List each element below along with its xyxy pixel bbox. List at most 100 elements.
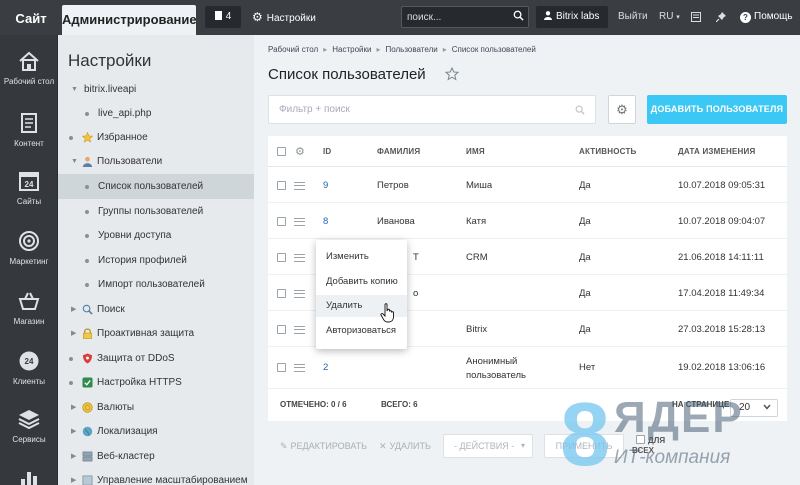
help-link[interactable]: ? Помощь <box>740 6 793 28</box>
breadcrumb-item[interactable]: Рабочий стол <box>268 45 318 54</box>
cell-id[interactable]: 2 <box>323 362 328 373</box>
grid-settings-button[interactable]: ⚙ <box>608 95 636 124</box>
menu-item-label: Локализация <box>97 426 158 437</box>
row-checkbox[interactable] <box>277 325 286 334</box>
cell-surname: Иванова <box>377 216 415 227</box>
column-header-id[interactable]: ID <box>323 136 331 167</box>
column-header-date[interactable]: ДАТА ИЗМЕНЕНИЯ <box>678 136 755 167</box>
menu-item-import-users[interactable]: Импорт пользователей <box>58 272 254 297</box>
search-icon[interactable] <box>513 10 524 21</box>
expanded-arrow-icon[interactable]: ▼ <box>71 149 78 174</box>
top-search-input[interactable] <box>402 7 506 27</box>
admin-tab[interactable]: Администрирование <box>62 5 197 35</box>
target-icon <box>19 231 39 251</box>
breadcrumb-item[interactable]: Список пользователей <box>452 45 536 54</box>
lock-icon <box>83 328 92 339</box>
collapsed-arrow-icon[interactable]: ▶ <box>71 444 76 469</box>
menu-item-ddos[interactable]: Защита от DDoS <box>58 346 254 371</box>
table-row[interactable]: 2 Анонимный пользователь Нет 19.02.2018 … <box>268 347 787 389</box>
bar-chart-icon <box>21 472 37 485</box>
expanded-arrow-icon[interactable]: ▼ <box>71 77 78 102</box>
rail-shop[interactable]: Магазин <box>0 290 58 327</box>
menu-item-liveapi[interactable]: ▼ bitrix.liveapi <box>58 77 254 102</box>
rail-clients[interactable]: 24 Клиенты <box>0 350 58 387</box>
actions-select[interactable]: - ДЕЙСТВИЯ - ▾ <box>443 434 533 458</box>
column-settings-gear-icon[interactable]: ⚙ <box>295 145 305 158</box>
menu-item-user-groups[interactable]: Группы пользователей <box>58 199 254 224</box>
collapsed-arrow-icon[interactable]: ▶ <box>71 395 76 420</box>
select-all-checkbox[interactable] <box>277 147 286 156</box>
menu-item-access-levels[interactable]: Уровни доступа <box>58 223 254 248</box>
edit-action[interactable]: ✎ РЕДАКТИРОВАТЬ <box>280 429 367 463</box>
column-header-surname[interactable]: ФАМИЛИЯ <box>377 136 420 167</box>
search-icon[interactable] <box>575 105 585 115</box>
filter-input[interactable] <box>269 96 569 123</box>
menu-item-scaling[interactable]: ▶ Управление масштабированием <box>58 468 254 485</box>
menu-item-live-api-php[interactable]: live_api.php <box>58 101 254 126</box>
breadcrumb: Рабочий стол ▸ Настройки ▸ Пользователи ▸ Спис… <box>268 45 536 54</box>
collapsed-arrow-icon[interactable]: ▶ <box>71 321 76 346</box>
row-checkbox[interactable] <box>277 289 286 298</box>
delete-action[interactable]: ✕ УДАЛИТЬ <box>379 429 431 463</box>
calendar-day: 24 <box>25 180 34 189</box>
bullet-icon <box>85 283 89 287</box>
table-row[interactable]: 8 Иванова Катя Да 10.07.2018 09:04:07 <box>268 203 787 239</box>
row-checkbox[interactable] <box>277 363 286 372</box>
row-checkbox[interactable] <box>277 181 286 190</box>
rail-analytics[interactable] <box>0 467 58 485</box>
menu-item-label: bitrix.liveapi <box>84 84 137 95</box>
collapsed-arrow-icon[interactable]: ▶ <box>71 419 76 444</box>
site-tab[interactable]: Сайт <box>6 6 56 32</box>
menu-item-label: Пользователи <box>97 156 163 167</box>
row-menu-icon[interactable] <box>294 364 305 372</box>
menu-item-https[interactable]: Настройка HTTPS <box>58 370 254 395</box>
menu-item-profile-history[interactable]: История профилей <box>58 248 254 273</box>
menu-item-label: Группы пользователей <box>98 206 204 217</box>
row-menu-icon[interactable] <box>294 326 305 334</box>
menu-item-label: Уровни доступа <box>98 230 172 241</box>
panel-icon[interactable] <box>691 12 701 22</box>
user-button[interactable]: Bitrix labs <box>536 6 608 28</box>
menu-item-favorites[interactable]: Избранное <box>58 125 254 150</box>
menu-item-users[interactable]: ▼ Пользователи <box>58 149 254 174</box>
row-menu-icon[interactable] <box>294 182 305 190</box>
menu-item-proactive[interactable]: ▶ Проактивная защита <box>58 321 254 346</box>
breadcrumb-item[interactable]: Пользователи <box>385 45 437 54</box>
cell-id[interactable]: 8 <box>323 216 328 227</box>
context-authorize[interactable]: Авторизоваться <box>316 320 407 342</box>
settings-link[interactable]: ⚙ Настройки <box>252 6 316 28</box>
menu-item-web-cluster[interactable]: ▶ Веб-кластер <box>58 444 254 469</box>
logout-link[interactable]: Выйти <box>618 6 648 28</box>
column-header-active[interactable]: АКТИВНОСТЬ <box>579 136 637 167</box>
pin-icon[interactable] <box>716 12 726 22</box>
cell-name: Анонимный пользователь <box>466 356 526 381</box>
breadcrumb-item[interactable]: Настройки <box>332 45 371 54</box>
row-menu-icon[interactable] <box>294 290 305 298</box>
rail-sites[interactable]: 24 Сайты <box>0 170 58 207</box>
calendar-icon: 24 <box>19 172 39 191</box>
menu-item-currencies[interactable]: ▶ Валюты <box>58 395 254 420</box>
collapsed-arrow-icon[interactable]: ▶ <box>71 468 76 485</box>
add-user-button[interactable]: ДОБАВИТЬ ПОЛЬЗОВАТЕЛЯ <box>647 95 787 124</box>
rail-content[interactable]: Контент <box>0 112 58 149</box>
favorite-star-icon[interactable] <box>445 67 459 81</box>
language-select[interactable]: RU ▾ <box>659 6 680 29</box>
column-header-name[interactable]: ИМЯ <box>466 136 485 167</box>
menu-item-label: Управление масштабированием <box>97 475 248 485</box>
menu-item-search[interactable]: ▶ Поиск <box>58 297 254 322</box>
row-checkbox[interactable] <box>277 253 286 262</box>
notifications-button[interactable]: 4 <box>205 6 241 28</box>
cell-id[interactable]: 9 <box>323 180 328 191</box>
context-edit[interactable]: Изменить <box>316 246 407 268</box>
table-row[interactable]: 9 Петров Миша Да 10.07.2018 09:05:31 <box>268 168 787 203</box>
row-menu-icon[interactable] <box>294 254 305 262</box>
row-menu-icon[interactable] <box>294 218 305 226</box>
rail-services[interactable]: Сервисы <box>0 408 58 445</box>
row-checkbox[interactable] <box>277 217 286 226</box>
rail-marketing[interactable]: Маркетинг <box>0 230 58 267</box>
rail-desktop[interactable]: Рабочий стол <box>0 50 58 87</box>
menu-item-user-list[interactable]: Список пользователей <box>58 174 254 199</box>
context-copy[interactable]: Добавить копию <box>316 271 407 293</box>
menu-item-localization[interactable]: ▶ Локализация <box>58 419 254 444</box>
collapsed-arrow-icon[interactable]: ▶ <box>71 297 76 322</box>
